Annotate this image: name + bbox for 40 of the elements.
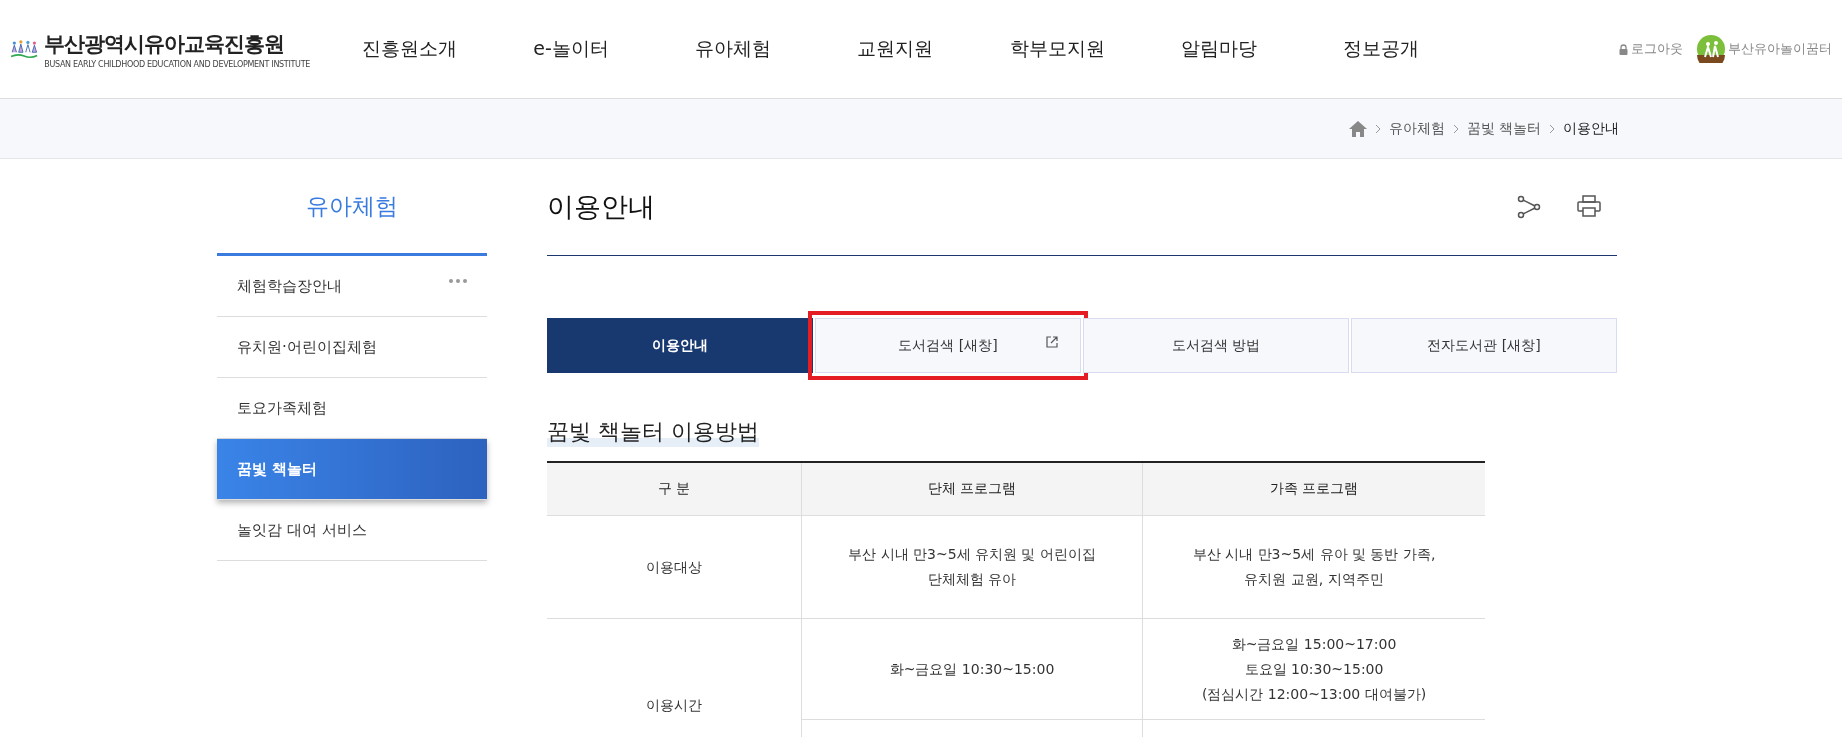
table-cell: 이용시간 (547, 618, 802, 737)
kids-playground-icon (1697, 35, 1725, 63)
logout-link[interactable]: 로그아웃 (1619, 40, 1683, 58)
content-tab[interactable]: 전자도서관 [새창] (1351, 318, 1617, 373)
sidebar-item[interactable]: 놀잇감 대여 서비스 (217, 500, 487, 561)
nav-menu-item[interactable]: 진흥원소개 (328, 36, 490, 62)
sidebar-item[interactable]: 꿈빛 책놀터 (217, 439, 487, 500)
content-tab[interactable]: 이용안내 (547, 318, 813, 373)
nav-menu-item[interactable]: 교원지원 (814, 36, 976, 62)
chevron-icon (1549, 123, 1555, 134)
nav-menu-item[interactable]: 유아체험 (652, 36, 814, 62)
share-icon[interactable] (1517, 195, 1541, 219)
column-header: 가족 프로그램 (1142, 462, 1485, 516)
lock-icon (1619, 43, 1628, 55)
breadcrumb-link[interactable]: 꿈빛 책놀터 (1466, 119, 1541, 138)
sidebar-item[interactable]: 유치원·어린이집체험 (217, 317, 487, 378)
sidebar-item[interactable]: 체험학습장안내 (217, 256, 487, 317)
print-icon[interactable] (1577, 195, 1601, 217)
nav-menu-item[interactable]: 정보공개 (1300, 36, 1462, 62)
table-cell: 부산 시내 만3~5세 유치원 및 어린이집 단체체험 유아 (801, 515, 1143, 619)
content-tab[interactable]: 도서검색 방법 (1083, 318, 1349, 373)
table-cell: 화~금요일 10:30~15:00 (801, 618, 1143, 720)
nav-menu-item[interactable]: 알림마당 (1138, 36, 1300, 62)
site-link[interactable]: 부산유아놀이꿈터 (1697, 35, 1832, 63)
home-icon[interactable] (1348, 120, 1367, 137)
table-cell: 이용대상 (547, 515, 802, 619)
breadcrumb-link[interactable]: 유아체험 (1388, 119, 1445, 138)
table-cell: 화~금요일 15:00~17:00 토요일 10:30~15:00 (점심시간 12:00~13:00 대여불가) (1142, 618, 1485, 720)
column-header: 단체 프로그램 (801, 462, 1143, 516)
institute-subtitle: BUSAN EARLY CHILDHOOD EDUCATION AND DEVELOPMENT INSTITUTE (44, 59, 310, 69)
chevron-icon (1452, 123, 1459, 134)
nav-menu-item[interactable]: 학부모지원 (976, 36, 1138, 62)
nav-menu-item[interactable]: e-놀이터 (490, 36, 652, 62)
column-header: 구 분 (547, 462, 802, 516)
table-cell: 부산 시내 만3~5세 유아 및 동반 가족, 유치원 교원, 지역주민 (1142, 515, 1485, 619)
chevron-icon (1374, 123, 1381, 134)
sidebar-title: 유아체험 (217, 159, 487, 256)
institute-name[interactable]: 부산광역시유아교육진흥원 (44, 29, 310, 58)
page-title: 이용안내 (547, 190, 655, 224)
breadcrumb-link[interactable]: 이용안내 (1563, 119, 1619, 138)
